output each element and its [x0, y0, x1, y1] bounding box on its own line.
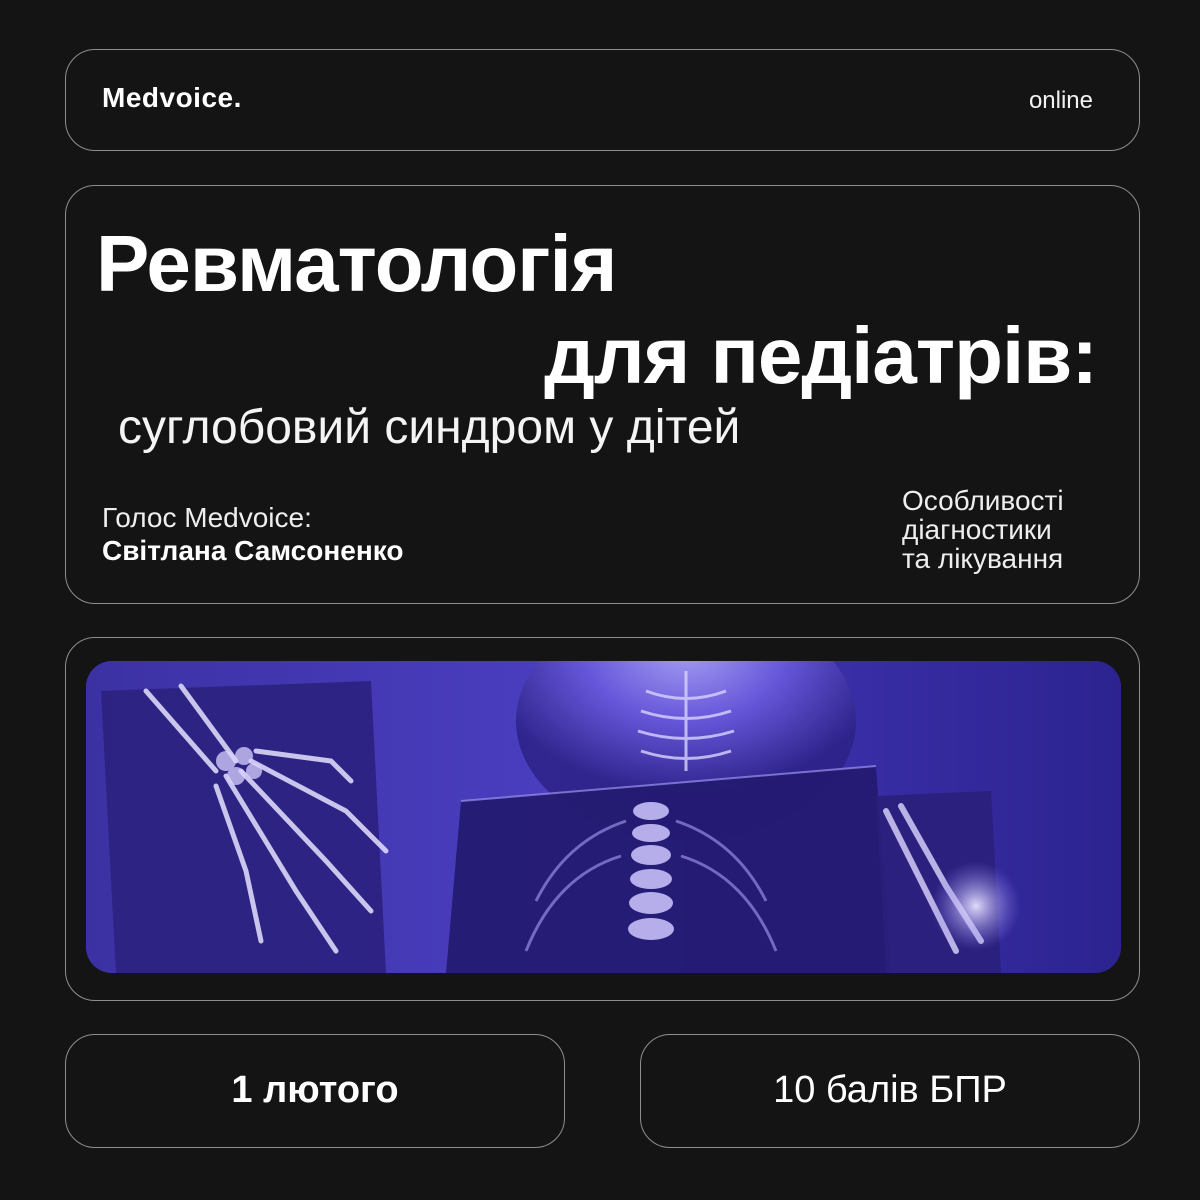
xray-illustration — [86, 661, 1121, 973]
title-card: Ревматологія для педіатрів: суглобовий с… — [65, 185, 1140, 604]
date-badge: 1 лютого — [65, 1034, 565, 1148]
format-label: online — [1028, 87, 1093, 114]
speaker-label: Голос Medvoice: — [102, 502, 312, 533]
header-bar: Medvoice. online — [65, 49, 1140, 151]
xray-graphic — [86, 661, 1121, 973]
features-text: Особливості діагностики та лікування — [902, 486, 1122, 573]
title-line-2: для педіатрів: — [544, 311, 1098, 400]
cpd-points: 10 балів БПР — [773, 1069, 1007, 1111]
title-line-1: Ревматологія — [96, 219, 617, 308]
medvoice-logo[interactable]: Medvoice. — [102, 82, 242, 114]
points-badge: 10 балів БПР — [640, 1034, 1140, 1148]
image-card — [65, 637, 1140, 1001]
features-line-3: та лікування — [902, 543, 1064, 574]
features-line-1: Особливості — [902, 485, 1064, 516]
features-line-2: діагностики — [902, 514, 1052, 545]
subtitle: суглобовий синдром у дітей — [118, 401, 741, 454]
event-date: 1 лютого — [231, 1069, 399, 1111]
speaker-name: Світлана Самсоненко — [102, 535, 404, 566]
